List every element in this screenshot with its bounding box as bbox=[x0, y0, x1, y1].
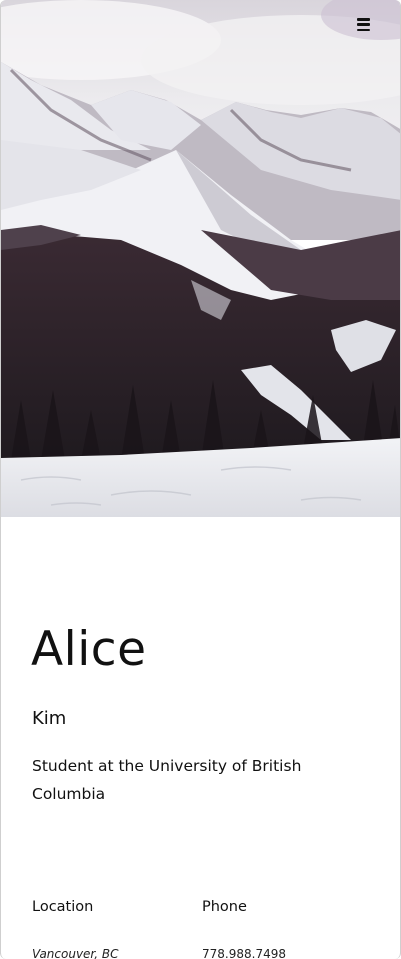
profile-bio: Student at the University of British Col… bbox=[32, 757, 302, 803]
location-label: Location bbox=[32, 899, 94, 915]
phone-value[interactable]: 778.988.7498 bbox=[202, 947, 286, 959]
phone-label: Phone bbox=[202, 899, 247, 915]
hamburger-menu-icon[interactable] bbox=[357, 18, 370, 31]
profile-last-name: Kim bbox=[32, 708, 67, 729]
menu-line bbox=[357, 28, 370, 31]
menu-line bbox=[357, 23, 370, 26]
menu-line bbox=[357, 18, 370, 21]
hero-mountain-image bbox=[1, 0, 400, 517]
profile-first-name: Alice bbox=[31, 622, 147, 677]
profile-page: Alice Kim Student at the University of B… bbox=[0, 0, 401, 959]
location-value: Vancouver, BC bbox=[32, 947, 119, 959]
